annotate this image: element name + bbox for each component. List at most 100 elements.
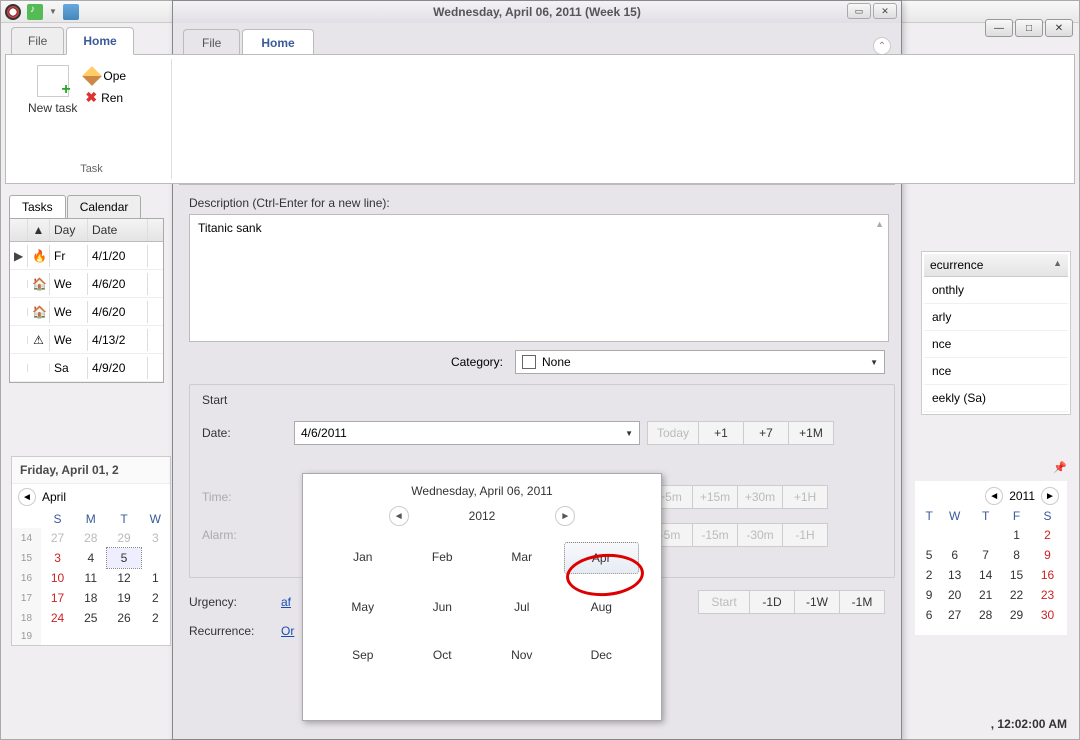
description-input[interactable]: Titanic sank ▲ xyxy=(189,214,889,342)
col-date[interactable]: Date xyxy=(88,219,148,241)
offset-button[interactable]: Start xyxy=(698,590,750,614)
offset-button[interactable]: -1W xyxy=(794,590,840,614)
list-item[interactable]: nce xyxy=(924,331,1068,358)
list-item[interactable]: arly xyxy=(924,304,1068,331)
recurrence-header: ecurrence xyxy=(930,258,983,272)
new-doc-icon xyxy=(37,65,69,97)
dialog-tab-file[interactable]: File xyxy=(183,29,240,56)
month-mar[interactable]: Mar xyxy=(484,542,560,574)
col-icon[interactable]: ▲ xyxy=(28,219,50,241)
month-jul[interactable]: Jul xyxy=(484,592,560,622)
date-value: 4/6/2011 xyxy=(301,426,347,440)
month-feb[interactable]: Feb xyxy=(405,542,481,574)
alarm-button-strip: -5m-15m-30m-1H xyxy=(648,523,828,547)
maximize-button[interactable]: □ xyxy=(1015,19,1043,37)
table-row[interactable]: Sa4/9/20 xyxy=(10,354,163,382)
offset-button[interactable]: -15m xyxy=(692,523,738,547)
remove-button[interactable]: ✖ Ren xyxy=(85,89,126,106)
tab-tasks[interactable]: Tasks xyxy=(9,195,66,219)
dialog-tab-home[interactable]: Home xyxy=(242,29,313,56)
category-label: Category: xyxy=(451,355,503,369)
ribbon-group-task: Task xyxy=(20,160,163,175)
time-button-strip: +5m+15m+30m+1H xyxy=(648,485,828,509)
offset-button[interactable]: +1 xyxy=(698,421,744,445)
mini-cal-right-table[interactable]: TWTFS1256789213141516920212223627282930 xyxy=(919,507,1063,631)
offset-button[interactable]: -30m xyxy=(737,523,783,547)
table-row[interactable]: ▶🔥Fr4/1/20 xyxy=(10,242,163,270)
col-day[interactable]: Day xyxy=(50,219,88,241)
month-sep[interactable]: Sep xyxy=(325,640,401,670)
mini-calendar-left: Friday, April 01, 2 ◄ April SMTW14272829… xyxy=(11,456,171,646)
offset-button[interactable]: +1H xyxy=(782,485,828,509)
cal-right-next[interactable]: ► xyxy=(1041,487,1059,505)
date-combo[interactable]: 4/6/2011 ▼ xyxy=(294,421,640,445)
month-aug[interactable]: Aug xyxy=(564,592,640,622)
tab-calendar[interactable]: Calendar xyxy=(67,195,142,219)
prev-month-button[interactable]: ◄ xyxy=(18,488,36,506)
list-item[interactable]: eekly (Sa) xyxy=(924,385,1068,412)
dialog-minimize-button[interactable]: ▭ xyxy=(847,3,871,19)
dialog-titlebar[interactable]: Wednesday, April 06, 2011 (Week 15) ▭ ✕ xyxy=(173,1,901,23)
table-row[interactable]: 🏠We4/6/20 xyxy=(10,270,163,298)
offset-button[interactable]: +30m xyxy=(737,485,783,509)
dropdown-icon[interactable]: ▼ xyxy=(49,7,57,16)
mini-cal-left-table[interactable]: SMTW142728293153451610111211717181921824… xyxy=(12,510,170,645)
red-x-icon: ✖ xyxy=(85,89,97,106)
clock-icon xyxy=(5,4,21,20)
month-oct[interactable]: Oct xyxy=(405,640,481,670)
sort-icon[interactable]: ▲ xyxy=(1053,258,1062,272)
recurrence-link[interactable]: Or xyxy=(281,624,294,638)
offset-button[interactable]: +15m xyxy=(692,485,738,509)
chevron-down-icon: ▼ xyxy=(625,429,633,438)
table-row[interactable]: ⚠We4/13/2 xyxy=(10,326,163,354)
music-note-icon[interactable] xyxy=(27,4,43,20)
offset-button[interactable]: +7 xyxy=(743,421,789,445)
scroll-up-icon[interactable]: ▲ xyxy=(875,219,884,229)
collapse-ribbon-button[interactable]: ⌃ xyxy=(873,37,891,55)
cal-right-year: 2011 xyxy=(1009,489,1035,503)
new-task-label: New task xyxy=(28,101,77,115)
col-marker[interactable] xyxy=(10,219,28,241)
tasks-grid[interactable]: ▲ Day Date ▶🔥Fr4/1/20🏠We4/6/20🏠We4/6/20⚠… xyxy=(9,218,164,383)
tab-home[interactable]: Home xyxy=(66,27,133,55)
popup-year[interactable]: 2012 xyxy=(469,509,496,523)
mini-cal-left-month: April xyxy=(42,490,66,504)
month-jan[interactable]: Jan xyxy=(325,542,401,574)
offset-button[interactable]: -1M xyxy=(839,590,885,614)
main-ribbon: New task Ope ✖ Ren Task xyxy=(5,54,1075,184)
description-value: Titanic sank xyxy=(198,221,262,235)
offset-button[interactable]: -1D xyxy=(749,590,795,614)
print-icon[interactable] xyxy=(63,4,79,20)
month-apr[interactable]: Apr xyxy=(564,542,640,574)
date-row: Date: 4/6/2011 ▼ Today+1+7+1M xyxy=(202,421,882,445)
prev-year-button[interactable]: ◄ xyxy=(389,506,409,526)
offset-button[interactable]: Today xyxy=(647,421,699,445)
cal-right-prev[interactable]: ◄ xyxy=(985,487,1003,505)
next-year-button[interactable]: ► xyxy=(555,506,575,526)
tab-file[interactable]: File xyxy=(11,27,64,55)
month-may[interactable]: May xyxy=(325,592,401,622)
table-row[interactable]: 🏠We4/6/20 xyxy=(10,298,163,326)
minimize-button[interactable]: — xyxy=(985,19,1013,37)
dialog-close-button[interactable]: ✕ xyxy=(873,3,897,19)
pencil-icon xyxy=(82,66,102,86)
month-dec[interactable]: Dec xyxy=(564,640,640,670)
start-button-strip: Start-1D-1W-1M xyxy=(699,590,885,614)
date-button-strip: Today+1+7+1M xyxy=(648,421,834,445)
offset-button[interactable]: +1M xyxy=(788,421,834,445)
offset-button[interactable]: -1H xyxy=(782,523,828,547)
new-task-button[interactable]: New task xyxy=(20,63,85,160)
urgency-field-label: Urgency: xyxy=(189,595,281,609)
close-window-button[interactable]: ✕ xyxy=(1045,19,1073,37)
main-window-controls: — □ ✕ xyxy=(985,19,1073,37)
pin-icon[interactable]: 📌 xyxy=(1053,461,1067,474)
list-item[interactable]: onthly xyxy=(924,277,1068,304)
urgency-link[interactable]: af xyxy=(281,595,291,609)
dialog-title: Wednesday, April 06, 2011 (Week 15) xyxy=(433,5,641,19)
open-button[interactable]: Ope xyxy=(85,69,126,83)
alarm-label: Alarm: xyxy=(202,528,294,542)
month-nov[interactable]: Nov xyxy=(484,640,560,670)
category-combo[interactable]: None ▼ xyxy=(515,350,885,374)
month-jun[interactable]: Jun xyxy=(405,592,481,622)
list-item[interactable]: nce xyxy=(924,358,1068,385)
